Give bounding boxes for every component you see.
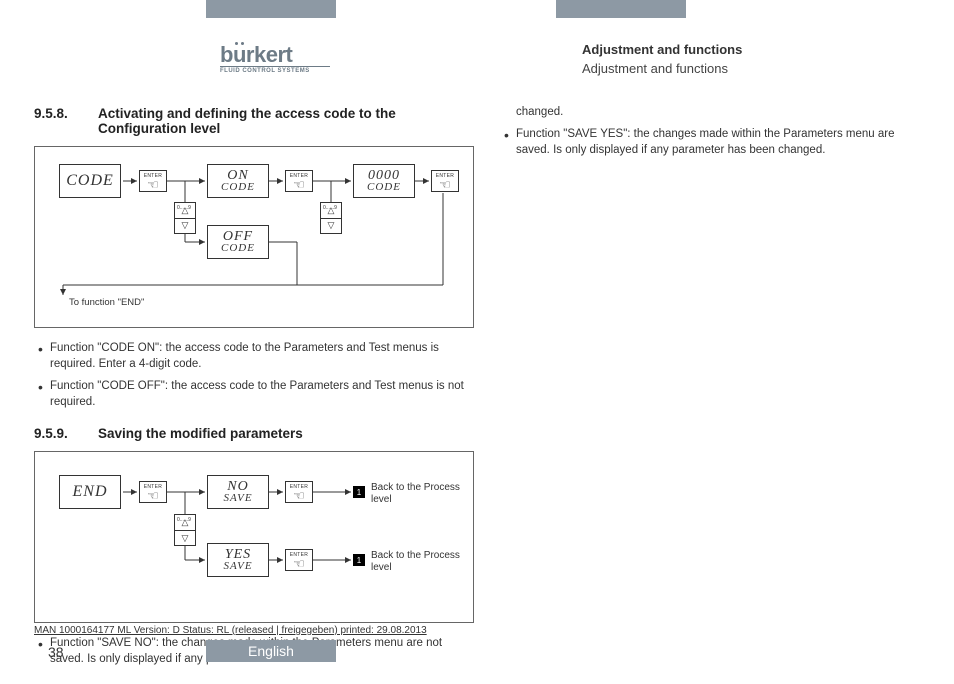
updown-button-2: △ ▽ 0......9 xyxy=(320,202,342,234)
enter-icon: ☜ xyxy=(147,491,159,501)
header-subtitle: Adjustment and functions xyxy=(582,61,742,76)
updown-button-1: △ ▽ 0......9 xyxy=(174,202,196,234)
bullet-item: Function "SAVE YES": the changes made wi… xyxy=(500,126,920,158)
header-title: Adjustment and functions xyxy=(582,42,742,57)
to-end-label: To function "END" xyxy=(69,297,144,308)
diagram-958: CODE ENTER ☜ △ ▽ 0......9 ON CODE OFF CO… xyxy=(34,146,474,328)
enter-icon: ☜ xyxy=(293,180,305,190)
section-958-bullets: Function "CODE ON": the access code to t… xyxy=(34,340,474,410)
continuation-text: changed. xyxy=(500,106,920,118)
enter-button-2: ENTER ☜ xyxy=(285,170,313,192)
enter-button-1: ENTER ☜ xyxy=(139,170,167,192)
enter-button-5: ENTER ☜ xyxy=(285,481,313,503)
display-0000-code: 0000 CODE xyxy=(353,164,415,198)
display-code: CODE xyxy=(59,164,121,198)
language-badge: English xyxy=(206,640,336,662)
brand-logo: burkert FLUID CONTROL SYSTEMS xyxy=(220,46,330,74)
enter-icon: ☜ xyxy=(147,180,159,190)
display-on-code: ON CODE xyxy=(207,164,269,198)
manual-footer-line: MAN 1000164177 ML Version: D Status: RL … xyxy=(34,625,427,636)
display-end: END xyxy=(59,475,121,509)
enter-button-3: ENTER ☜ xyxy=(431,170,459,192)
updown-button-3: △ ▽ 0......9 xyxy=(174,514,196,546)
bullet-item: Function "CODE OFF": the access code to … xyxy=(34,378,474,410)
section-959-heading: 9.5.9. Saving the modified parameters xyxy=(34,426,474,441)
step-badge-1: 1 xyxy=(353,486,365,498)
enter-icon: ☜ xyxy=(293,491,305,501)
result-text-2: Back to the Process level xyxy=(371,550,471,574)
step-badge-2: 1 xyxy=(353,554,365,566)
bullet-item: Function "CODE ON": the access code to t… xyxy=(34,340,474,372)
enter-button-4: ENTER ☜ xyxy=(139,481,167,503)
enter-icon: ☜ xyxy=(293,559,305,569)
enter-button-6: ENTER ☜ xyxy=(285,549,313,571)
right-bullets: Function "SAVE YES": the changes made wi… xyxy=(500,126,920,158)
section-958-heading: 9.5.8. Activating and defining the acces… xyxy=(34,106,474,136)
page-header: Adjustment and functions Adjustment and … xyxy=(582,42,742,76)
display-off-code: OFF CODE xyxy=(207,225,269,259)
diagram-959: END ENTER ☜ △ ▽ 0......9 NO SAVE YES SAV… xyxy=(34,451,474,623)
result-text-1: Back to the Process level xyxy=(371,482,471,506)
display-no-save: NO SAVE xyxy=(207,475,269,509)
enter-icon: ☜ xyxy=(439,180,451,190)
display-yes-save: YES SAVE xyxy=(207,543,269,577)
page-number: 38 xyxy=(48,644,64,660)
